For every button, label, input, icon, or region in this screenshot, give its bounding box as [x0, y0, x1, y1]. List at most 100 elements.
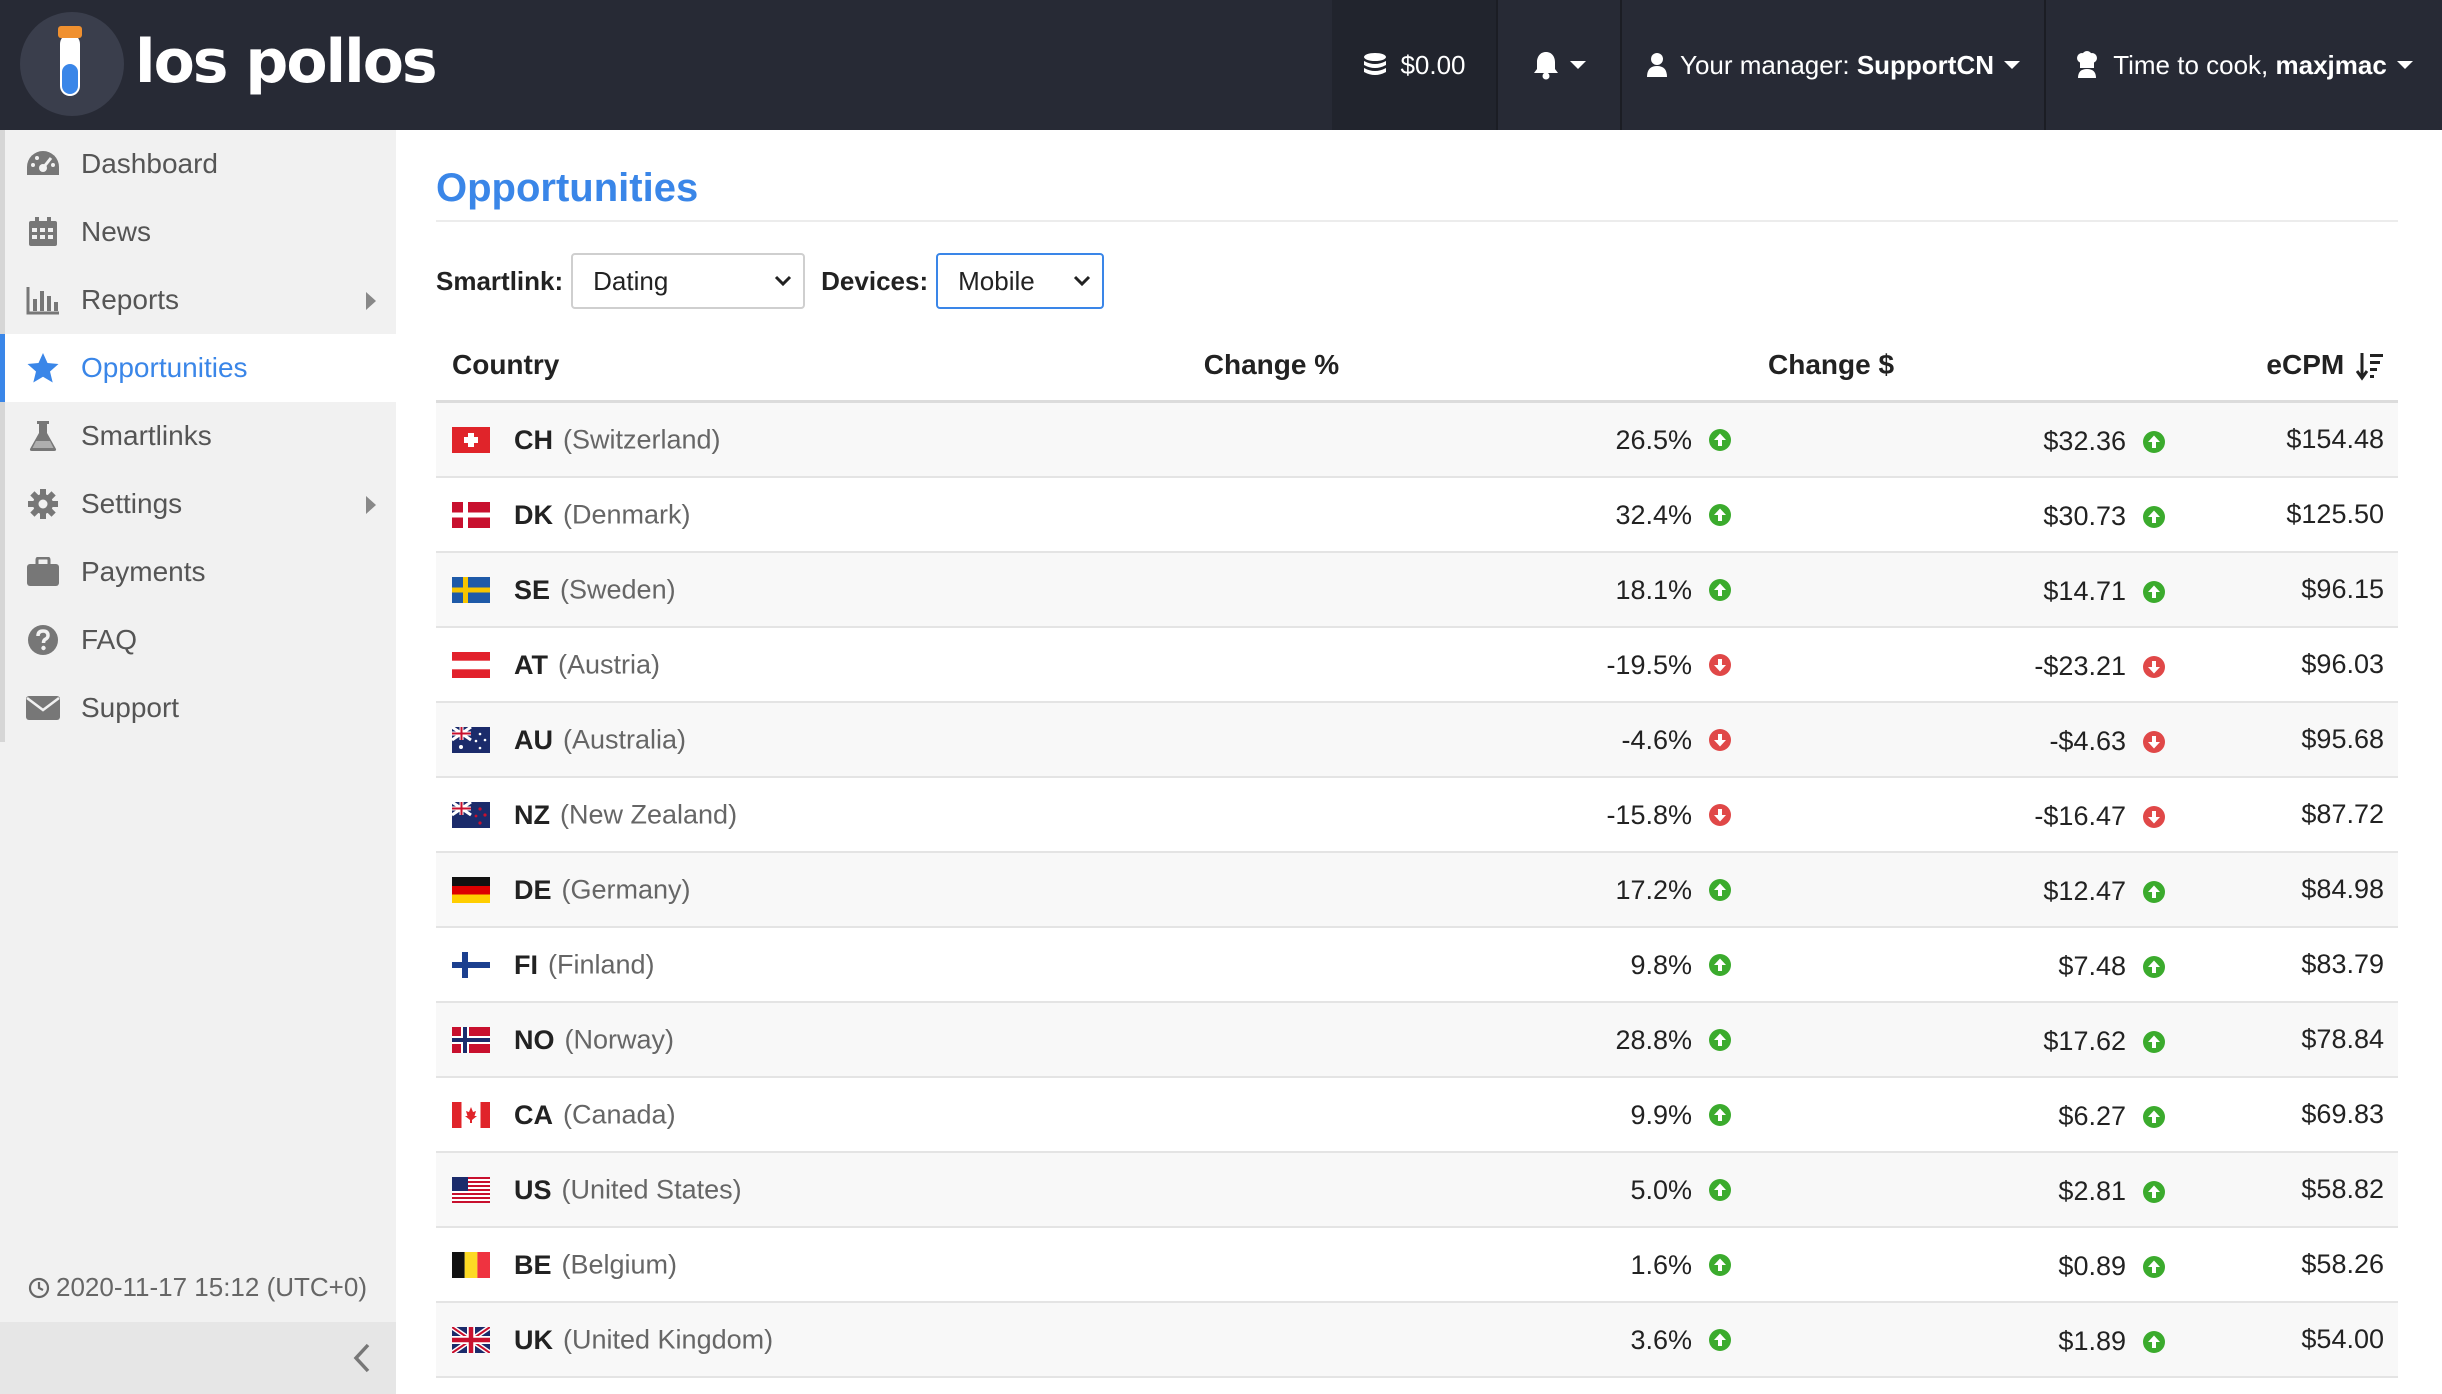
- sidebar-item-label: Settings: [81, 488, 183, 519]
- flag-icon: [452, 802, 490, 829]
- bar-chart-icon: [23, 280, 63, 320]
- arrow-up-circle-icon: [2143, 1180, 2165, 1203]
- change-pct-value: 1.6%: [1630, 1249, 1692, 1280]
- balance-amount: $0.00: [1400, 49, 1466, 80]
- opportunities-table: Country Change % Change $ eCPM CH (Switze…: [436, 330, 2398, 1378]
- flag-icon: [452, 877, 490, 904]
- brand-name[interactable]: los pollos: [135, 22, 438, 102]
- arrow-up-circle-icon: [2143, 1255, 2165, 1278]
- ecpm-cell: $7.48 $83.79: [1836, 927, 2398, 1003]
- chevron-right-icon: [366, 496, 376, 514]
- change-pct-cell: 26.5%: [1196, 401, 1836, 478]
- ecpm-value: $84.98: [2301, 874, 2384, 904]
- change-usd-value: $30.73: [2043, 501, 2126, 532]
- user-menu[interactable]: Time to cook, maxjmac: [2044, 0, 2442, 130]
- arrow-down-circle-icon: [1709, 654, 1731, 677]
- change-pct-value: 9.9%: [1630, 1099, 1692, 1130]
- devices-select[interactable]: Mobile: [936, 253, 1105, 309]
- column-header-ecpm[interactable]: Change $ eCPM: [1768, 330, 2398, 403]
- change-usd-cell: $2.81: [1856, 1175, 2166, 1207]
- sidebar-item-label: News: [81, 216, 152, 247]
- sidebar-item-news[interactable]: News: [0, 198, 396, 266]
- change-usd-cell: $30.73: [1856, 500, 2166, 532]
- sidebar-item-label: FAQ: [81, 624, 138, 655]
- change-pct-cell: -4.6%: [1196, 702, 1836, 778]
- arrow-up-circle-icon: [1709, 1329, 1731, 1352]
- country-cell: US (United States): [436, 1152, 1196, 1228]
- country-code: AU: [514, 724, 553, 755]
- table-row: DK (Denmark) 32.4% $30.73 $125.50: [436, 477, 2398, 553]
- sidebar-item-opportunities[interactable]: Opportunities: [0, 334, 396, 402]
- country-cell: SE (Sweden): [436, 552, 1196, 628]
- country-code: SE: [514, 574, 551, 605]
- country-name: (Germany): [561, 874, 691, 905]
- greeting-prefix: Time to cook,: [2113, 49, 2276, 80]
- arrow-up-circle-icon: [2143, 1330, 2165, 1353]
- arrow-up-circle-icon: [1709, 954, 1731, 977]
- country-name: (Switzerland): [563, 424, 721, 455]
- title-divider: [436, 220, 2398, 222]
- country-code: BE: [514, 1249, 552, 1280]
- arrow-down-circle-icon: [2143, 805, 2165, 828]
- smartlink-select-value: Dating: [593, 265, 669, 296]
- change-pct-cell: 32.4%: [1196, 477, 1836, 553]
- ecpm-value: $87.72: [2301, 799, 2384, 829]
- logo-icon[interactable]: [20, 12, 124, 116]
- notifications-button[interactable]: [1496, 0, 1620, 130]
- sidebar-item-label: Payments: [81, 556, 206, 587]
- sidebar-item-smartlinks[interactable]: Smartlinks: [0, 402, 396, 470]
- table-row: UK (United Kingdom) 3.6% $1.89 $54.00: [436, 1302, 2398, 1378]
- arrow-down-circle-icon: [1709, 729, 1731, 752]
- chef-icon: [2077, 51, 2098, 78]
- change-usd-cell: $7.48: [1856, 950, 2166, 982]
- table-row: DE (Germany) 17.2% $12.47 $84.98: [436, 852, 2398, 928]
- country-cell: CH (Switzerland): [436, 401, 1196, 478]
- sidebar-item-payments[interactable]: Payments: [0, 538, 396, 606]
- sidebar-item-faq[interactable]: FAQ: [0, 606, 396, 674]
- sidebar-item-support[interactable]: Support: [0, 674, 396, 742]
- country-code: NZ: [514, 799, 550, 830]
- sidebar-item-reports[interactable]: Reports: [0, 266, 396, 334]
- sidebar-collapse-button[interactable]: [0, 1322, 396, 1394]
- column-header-change-pct[interactable]: Change %: [1196, 330, 1836, 403]
- sidebar-item-dashboard[interactable]: Dashboard: [0, 130, 396, 198]
- table-row: AT (Austria) -19.5% -$23.21 $96.03: [436, 627, 2398, 703]
- ecpm-cell: $0.89 $58.26: [1836, 1227, 2398, 1303]
- change-pct-value: 32.4%: [1615, 499, 1692, 530]
- arrow-up-circle-icon: [1709, 879, 1731, 902]
- page-title: Opportunities: [436, 166, 699, 210]
- column-header-change-usd[interactable]: Change $: [1768, 349, 1894, 381]
- sidebar-item-settings[interactable]: Settings: [0, 470, 396, 538]
- smartlink-label: Smartlink:: [436, 265, 564, 296]
- arrow-up-circle-icon: [2143, 580, 2165, 603]
- arrow-down-circle-icon: [1709, 804, 1731, 827]
- user-icon: [1646, 53, 1667, 77]
- change-pct-cell: 18.1%: [1196, 552, 1836, 628]
- country-cell: CA (Canada): [436, 1077, 1196, 1153]
- change-pct-cell: -15.8%: [1196, 777, 1836, 853]
- arrow-up-circle-icon: [1709, 429, 1731, 452]
- country-name: (Australia): [563, 724, 687, 755]
- devices-label: Devices:: [821, 265, 929, 296]
- balance-button[interactable]: $0.00: [1332, 0, 1496, 130]
- change-pct-value: 26.5%: [1615, 424, 1692, 455]
- change-pct-cell: 28.8%: [1196, 1002, 1836, 1078]
- smartlink-select[interactable]: Dating: [571, 253, 806, 309]
- country-name: (Austria): [558, 649, 661, 680]
- change-usd-value: $17.62: [2043, 1026, 2126, 1057]
- sort-desc-icon: [2355, 353, 2383, 381]
- country-cell: UK (United Kingdom): [436, 1302, 1196, 1378]
- table-header-row: Country Change % Change $ eCPM: [436, 330, 2398, 403]
- ecpm-cell: $30.73 $125.50: [1836, 477, 2398, 553]
- flag-icon: [452, 577, 490, 604]
- column-header-country[interactable]: Country: [436, 330, 1196, 403]
- country-code: CH: [514, 424, 553, 455]
- manager-menu[interactable]: Your manager: SupportCN: [1620, 0, 2044, 130]
- change-usd-value: $2.81: [2058, 1176, 2126, 1207]
- country-code: FI: [514, 949, 538, 980]
- change-usd-value: $0.89: [2058, 1251, 2126, 1282]
- arrow-up-circle-icon: [1709, 1104, 1731, 1127]
- country-name: (Denmark): [563, 499, 691, 530]
- table-row: BE (Belgium) 1.6% $0.89 $58.26: [436, 1227, 2398, 1303]
- change-pct-cell: 3.6%: [1196, 1302, 1836, 1378]
